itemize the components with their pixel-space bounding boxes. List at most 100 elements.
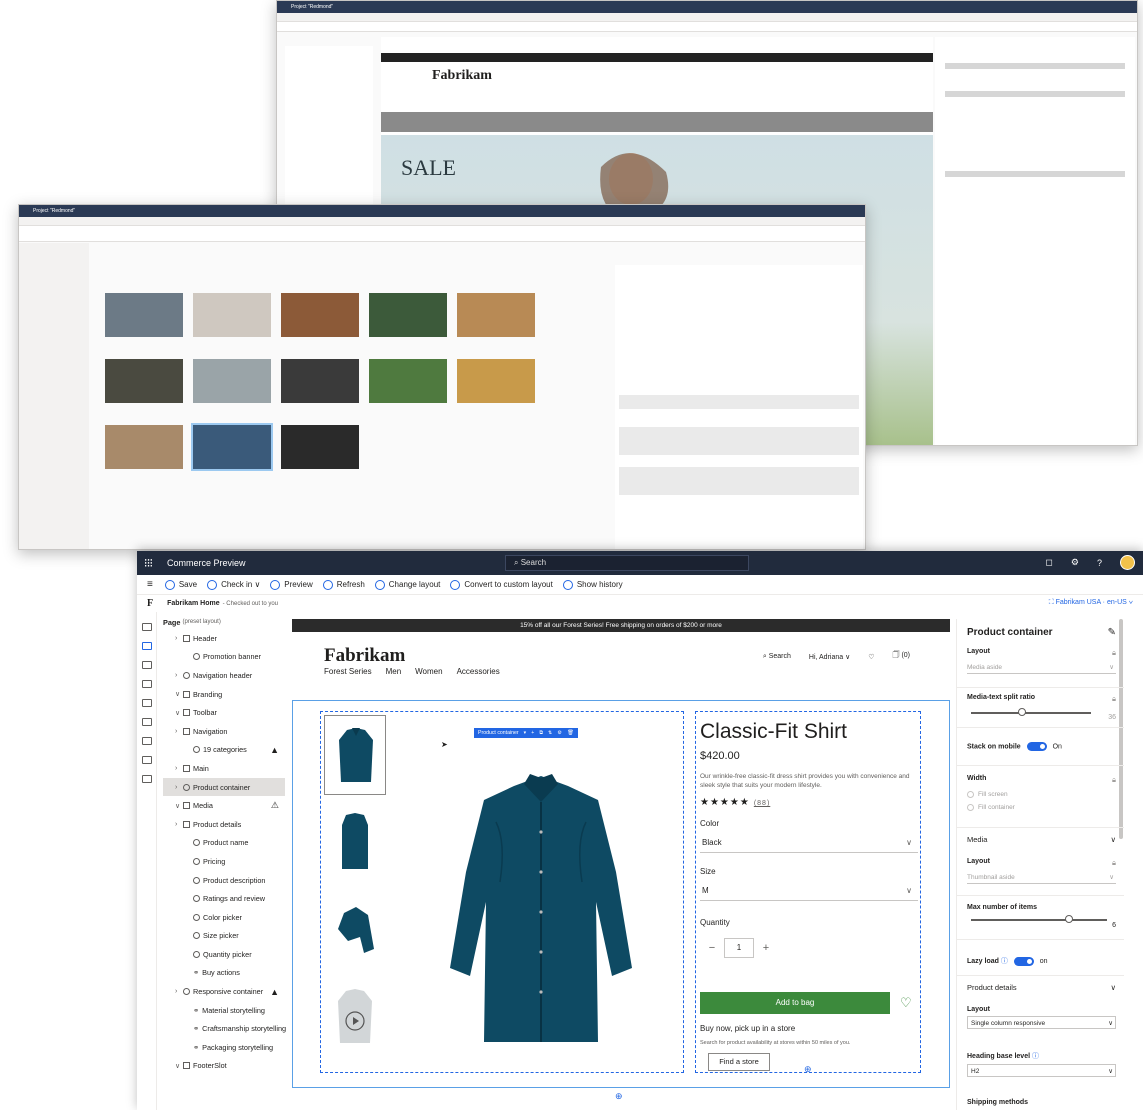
delete-icon[interactable]: 🗑 — [567, 730, 574, 736]
slider-knob[interactable] — [1065, 915, 1073, 923]
url-icon[interactable] — [142, 737, 152, 745]
media-module[interactable]: Product container ▾ + ⧉ ⇅ ⚙ 🗑 ➤ — [320, 711, 684, 1073]
heading-level-select[interactable]: H2 ∨ — [967, 1064, 1116, 1077]
wishlist-heart-icon[interactable]: ♡ — [900, 995, 912, 1011]
tree-item[interactable]: Quantity picker — [163, 945, 285, 964]
back-thumb[interactable] — [105, 425, 183, 469]
back-thumb[interactable] — [193, 359, 271, 403]
tree-item[interactable]: Pricing — [163, 852, 285, 871]
back-thumb[interactable] — [281, 293, 359, 337]
tree-item[interactable]: › Header — [163, 629, 285, 648]
tree-item[interactable]: ⚭ Material storytelling — [163, 1001, 285, 1020]
notification-icon[interactable]: ◻ — [1045, 557, 1052, 568]
preview-button[interactable]: Preview — [270, 579, 313, 590]
menu-item-men[interactable]: Men — [386, 667, 402, 676]
chevron-down-icon[interactable]: ∨ — [175, 709, 183, 717]
width-radio-fill-container[interactable]: Fill container — [967, 804, 1116, 811]
media-layout-select[interactable]: Thumbnail aside ∨ — [967, 871, 1116, 884]
chevron-right-icon[interactable]: › — [175, 988, 183, 995]
copy-icon[interactable]: ⧉ — [539, 730, 543, 737]
back-thumb[interactable] — [457, 359, 535, 403]
tree-item[interactable]: ∨ Branding — [163, 685, 285, 704]
pages-icon[interactable] — [142, 642, 152, 650]
chevron-down-icon[interactable]: ▾ — [524, 730, 527, 736]
chevron-right-icon[interactable]: › — [175, 728, 183, 735]
back-thumb[interactable] — [369, 293, 447, 337]
product-details-section-header[interactable]: Product details ∨ — [967, 983, 1116, 992]
hamburger-menu-icon[interactable]: ≡ — [147, 579, 153, 590]
chevron-right-icon[interactable]: › — [175, 821, 183, 828]
show-history-button[interactable]: Show history — [562, 579, 623, 590]
back-thumb[interactable] — [193, 293, 271, 337]
back-thumb[interactable] — [281, 425, 359, 469]
tree-item[interactable]: Color picker — [163, 908, 285, 927]
back-thumb[interactable] — [457, 293, 535, 337]
tree-item[interactable]: ∨ Media ⚠ — [163, 796, 285, 815]
slider-knob[interactable] — [1018, 708, 1026, 716]
color-select[interactable]: Black ∨ — [700, 832, 918, 853]
menu-item-forest-series[interactable]: Forest Series — [324, 667, 372, 676]
site-logo[interactable]: Fabrikam — [324, 645, 405, 667]
thumbnail-3[interactable] — [324, 889, 386, 969]
site-search-link[interactable]: ⌕ Search — [763, 653, 791, 661]
chevron-down-icon[interactable]: ∨ — [175, 1062, 183, 1070]
tree-item[interactable]: › Product container — [163, 777, 285, 797]
module-control-toolbar[interactable]: Product container ▾ + ⧉ ⇅ ⚙ 🗑 — [474, 728, 578, 738]
plus-icon[interactable]: + — [754, 942, 778, 954]
chevron-down-icon[interactable]: ∨ — [175, 690, 183, 698]
help-icon[interactable]: ? — [1097, 558, 1102, 568]
site-settings-icon[interactable] — [142, 775, 152, 783]
templates-icon[interactable] — [142, 680, 152, 688]
max-items-slider[interactable] — [971, 915, 1107, 923]
save-button[interactable]: Save — [164, 579, 197, 590]
menu-item-accessories[interactable]: Accessories — [457, 667, 500, 676]
menu-item-women[interactable]: Women — [415, 667, 442, 676]
home-icon[interactable] — [142, 623, 152, 631]
tree-item[interactable]: Product description — [163, 871, 285, 890]
move-icon[interactable]: ⇅ — [548, 730, 552, 736]
details-layout-select[interactable]: Single column responsive ∨ — [967, 1016, 1116, 1029]
back-thumb[interactable] — [105, 293, 183, 337]
tree-item[interactable]: 19 categories ▲ — [163, 741, 285, 760]
documents-icon[interactable] — [142, 718, 152, 726]
product-container[interactable]: Product container ▾ + ⧉ ⇅ ⚙ 🗑 ➤ Classic-… — [292, 700, 950, 1088]
add-icon[interactable]: + — [531, 730, 534, 736]
tree-item[interactable]: ∨ FooterSlot — [163, 1057, 285, 1076]
size-select[interactable]: M ∨ — [700, 880, 918, 901]
chevron-down-icon[interactable]: ∨ — [175, 802, 183, 810]
check-in-button[interactable]: Check in ∨ — [207, 579, 260, 590]
promotion-banner[interactable]: 15% off all our Forest Series! Free ship… — [292, 619, 950, 632]
settings-icon[interactable]: ⚙ — [557, 730, 562, 736]
minus-icon[interactable]: − — [700, 942, 724, 954]
locale-selector[interactable]: ⛶ Fabrikam USA · en-US ∨ — [1049, 599, 1133, 607]
back-window-media-library[interactable]: Project "Redmond" — [18, 204, 866, 550]
settings-gear-icon[interactable]: ⚙ — [1071, 557, 1079, 568]
refresh-button[interactable]: Refresh — [322, 579, 365, 590]
thumbnail-1[interactable] — [324, 715, 386, 795]
fragments-icon[interactable] — [142, 661, 152, 669]
assets-icon[interactable] — [142, 699, 152, 707]
product-details-module[interactable]: Classic-Fit Shirt $420.00 Our wrinkle-fr… — [695, 711, 921, 1074]
tree-item[interactable]: › Responsive container ▲ — [163, 982, 285, 1001]
tree-item[interactable]: › Product details — [163, 815, 285, 834]
split-ratio-slider[interactable] — [971, 708, 1091, 716]
wishlist-heart-icon[interactable]: ♡ — [868, 653, 874, 661]
thumbnail-2[interactable] — [324, 801, 386, 881]
width-radio-fill-screen[interactable]: Fill screen — [967, 791, 1116, 798]
info-icon[interactable]: ⓘ — [1032, 1053, 1039, 1060]
layout-select[interactable]: Media aside ∨ — [967, 661, 1116, 674]
tree-item[interactable]: Size picker — [163, 927, 285, 946]
quantity-input[interactable]: 1 — [724, 938, 754, 958]
tree-item[interactable]: Promotion banner — [163, 648, 285, 667]
back-thumb[interactable] — [369, 359, 447, 403]
tree-item[interactable]: › Navigation header — [163, 666, 285, 685]
tree-item[interactable]: ⚭ Craftsmanship storytelling — [163, 1019, 286, 1038]
find-store-button[interactable]: Find a store — [708, 1053, 770, 1071]
chevron-right-icon[interactable]: › — [175, 784, 183, 791]
thumbnail-video[interactable] — [324, 977, 386, 1057]
convert-custom-layout-button[interactable]: Convert to custom layout — [450, 579, 553, 590]
user-avatar[interactable] — [1120, 555, 1135, 570]
lazy-load-toggle[interactable] — [1013, 956, 1034, 966]
stack-mobile-toggle[interactable] — [1026, 742, 1047, 751]
tree-item[interactable]: Ratings and review — [163, 889, 285, 908]
